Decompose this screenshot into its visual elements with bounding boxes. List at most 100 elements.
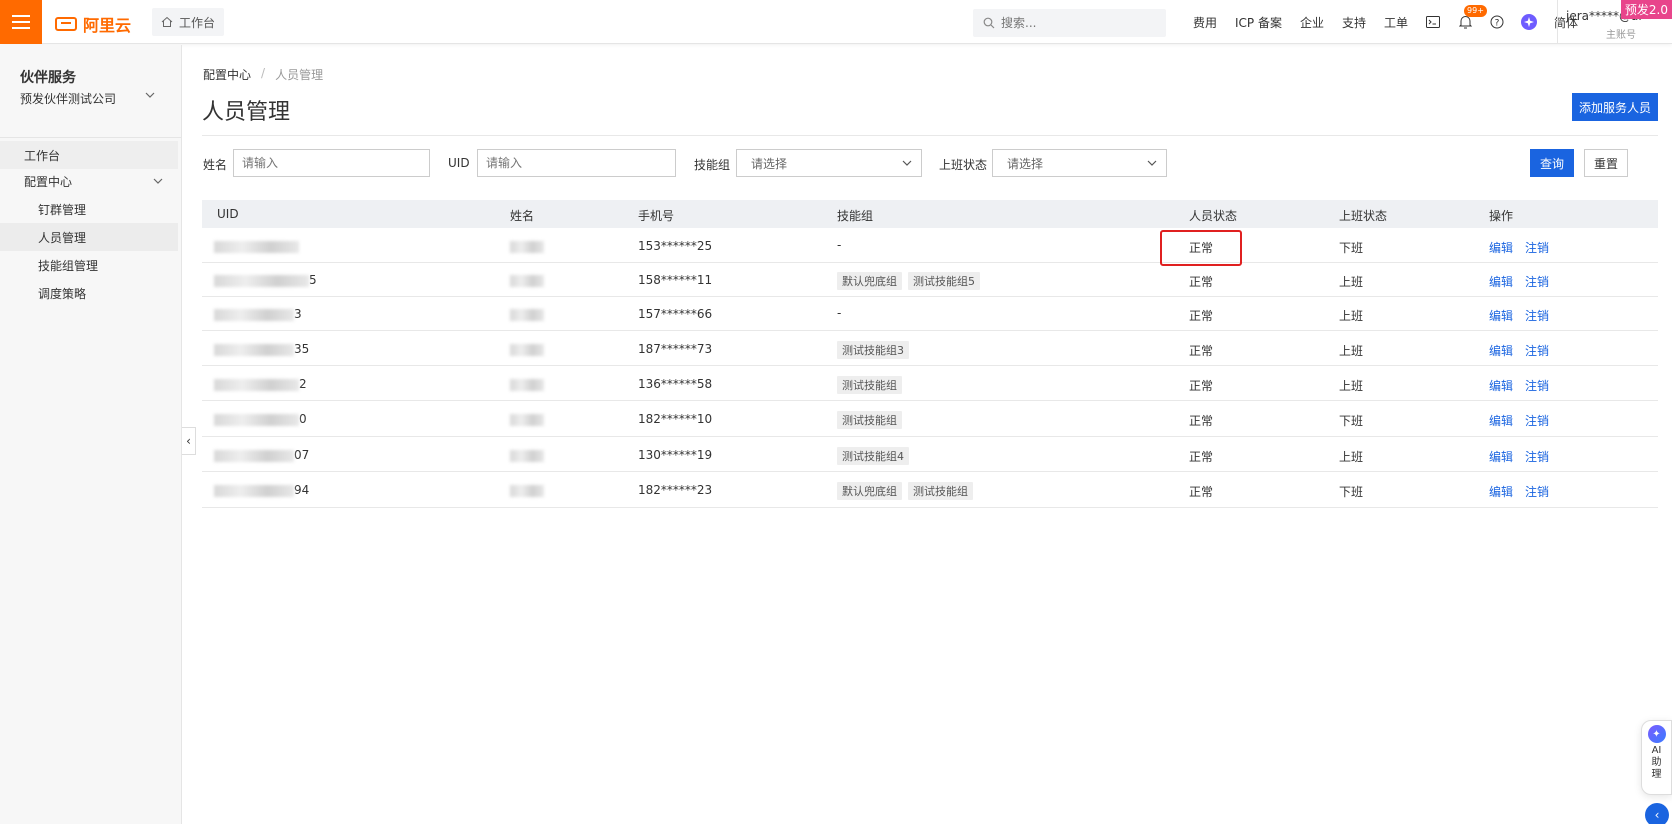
sidebar-item-label: 技能组管理 [38,258,99,273]
skill-filter-select[interactable]: 请选择 [736,149,922,177]
column-header-actions: 操作 [1489,209,1514,223]
table-row: 07 130******19 测试技能组4 正常 上班 编辑 注销 [202,437,1658,472]
ai-sparkle-icon[interactable] [1513,14,1545,30]
aliyun-logo[interactable]: 阿里云 [55,12,131,36]
staff-status-cell: 正常 [1189,450,1214,464]
chevron-down-icon[interactable] [144,89,156,101]
deactivate-link[interactable]: 注销 [1525,485,1549,499]
deactivate-link[interactable]: 注销 [1525,450,1549,464]
edit-link[interactable]: 编辑 [1489,414,1513,428]
redacted-uid [214,378,299,391]
ai-assistant-button[interactable]: ✦ AI助理 [1641,720,1672,795]
skill-group-cell: 测试技能组4 [837,447,915,465]
staff-status-cell: 正常 [1189,309,1214,323]
edit-link[interactable]: 编辑 [1489,275,1513,289]
actions-cell: 编辑 注销 [1489,342,1561,359]
redacted-name [510,240,544,253]
redacted-name [510,343,544,356]
nav-fees[interactable]: 费用 [1184,14,1226,31]
deactivate-link[interactable]: 注销 [1525,241,1549,255]
nav-ticket[interactable]: 工单 [1375,14,1417,31]
bell-icon[interactable]: 99+ [1449,5,1487,29]
edit-link[interactable]: 编辑 [1489,379,1513,393]
sidebar-title: 伙伴服务 [20,70,76,86]
sidebar-collapse-handle[interactable]: ‹ [182,427,196,455]
column-header-uid: UID [217,207,239,221]
edit-link[interactable]: 编辑 [1489,450,1513,464]
redacted-uid [214,240,299,253]
skill-group-cell: - [837,238,841,252]
skill-tag: 测试技能组 [908,482,973,500]
deactivate-link[interactable]: 注销 [1525,414,1549,428]
sidebar-item-label: 调度策略 [38,286,87,301]
chevron-down-icon [153,178,163,184]
query-button[interactable]: 查询 [1530,149,1574,177]
redacted-name [510,308,544,321]
deactivate-link[interactable]: 注销 [1525,309,1549,323]
redacted-uid [214,413,299,426]
uid-suffix: 5 [309,273,317,287]
uid-filter-input[interactable] [477,149,676,177]
highlight-annotation [1160,230,1242,266]
skill-tag: 测试技能组4 [837,447,909,465]
home-icon [161,16,173,27]
deactivate-link[interactable]: 注销 [1525,344,1549,358]
name-cell [510,412,544,426]
chevron-down-icon [902,160,912,166]
edit-link[interactable]: 编辑 [1489,485,1513,499]
actions-cell: 编辑 注销 [1489,448,1561,465]
nav-icp[interactable]: ICP 备案 [1226,14,1291,31]
workbench-button[interactable]: 工作台 [152,8,224,36]
sidebar-item-dingtalk-groups[interactable]: 钉群管理 [0,195,178,223]
nav-support[interactable]: 支持 [1333,14,1375,31]
chevron-left-icon[interactable]: ‹ [1645,803,1669,824]
reset-button[interactable]: 重置 [1584,149,1628,177]
sidebar-item-label: 钉群管理 [38,202,87,217]
edit-link[interactable]: 编辑 [1489,344,1513,358]
help-icon[interactable]: ? [1481,15,1513,29]
column-header-skill-group: 技能组 [837,209,874,223]
menu-icon[interactable] [0,0,42,44]
phone-cell: 153******25 [638,239,713,253]
table-row: 94 182******23 默认兜底组 测试技能组 正常 下班 编辑 注销 [202,472,1658,508]
breadcrumb-config-center[interactable]: 配置中心 [203,66,251,83]
sidebar-item-skill-groups[interactable]: 技能组管理 [0,251,178,279]
uid-cell: 35 [214,342,309,356]
table-row: 5 158******11 默认兜底组 测试技能组5 正常 上班 编辑 注销 [202,263,1658,297]
name-cell [510,342,544,356]
edit-link[interactable]: 编辑 [1489,241,1513,255]
name-cell [510,307,544,321]
name-filter-input[interactable] [233,149,430,177]
table-row: 0 182******10 测试技能组 正常 下班 编辑 注销 [202,401,1658,437]
redacted-uid [214,308,294,321]
skill-group-cell: 默认兜底组 测试技能组5 [837,272,986,290]
search-box[interactable] [973,9,1166,37]
sidebar-item-dispatch-policy[interactable]: 调度策略 [0,279,178,307]
search-input[interactable] [1001,16,1151,30]
title-divider [202,135,1658,136]
deactivate-link[interactable]: 注销 [1525,379,1549,393]
user-menu[interactable]: jera*****@al 主账号 预发2.0 [1557,0,1672,44]
nav-enterprise[interactable]: 企业 [1291,14,1333,31]
deactivate-link[interactable]: 注销 [1525,275,1549,289]
shift-filter-select[interactable]: 请选择 [992,149,1167,177]
phone-cell: 136******58 [638,377,713,391]
company-selector[interactable]: 预发伙伴测试公司 [20,90,116,107]
sidebar-item-config-center[interactable]: 配置中心 [0,167,178,195]
skill-tag: 默认兜底组 [837,482,902,500]
skill-group-cell: 测试技能组 [837,411,908,429]
terminal-icon[interactable] [1417,16,1449,28]
actions-cell: 编辑 注销 [1489,412,1561,429]
name-cell [510,448,544,462]
edit-link[interactable]: 编辑 [1489,309,1513,323]
sidebar-item-workbench[interactable]: 工作台 [0,141,178,169]
breadcrumb: 配置中心 / 人员管理 [203,66,323,83]
sidebar-item-personnel[interactable]: 人员管理 [0,223,178,251]
uid-cell: 94 [214,483,309,497]
table-row: 35 187******73 测试技能组3 正常 上班 编辑 注销 [202,331,1658,366]
column-header-shift-status: 上班状态 [1339,209,1388,223]
uid-cell: 2 [214,377,307,391]
logo-icon [55,17,77,31]
add-staff-button[interactable]: 添加服务人员 [1572,93,1658,121]
phone-cell: 187******73 [638,342,713,356]
